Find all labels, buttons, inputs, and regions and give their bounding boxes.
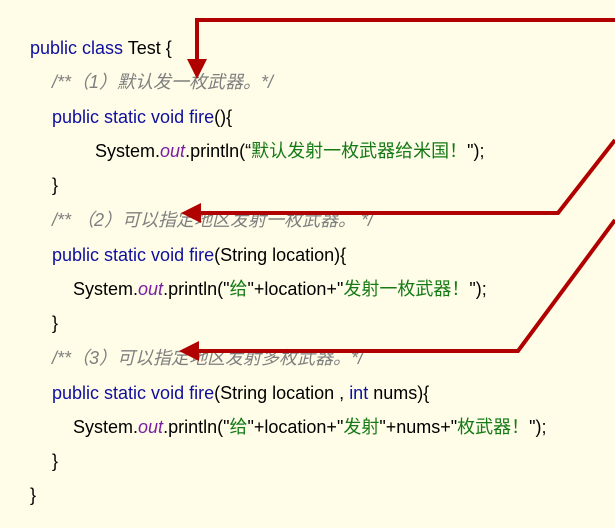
- overload-arrows: [179, 18, 615, 361]
- arrow-to-fire-1: [187, 18, 615, 79]
- arrow-to-fire-2: [181, 138, 615, 223]
- arrow-to-fire-3: [179, 218, 615, 361]
